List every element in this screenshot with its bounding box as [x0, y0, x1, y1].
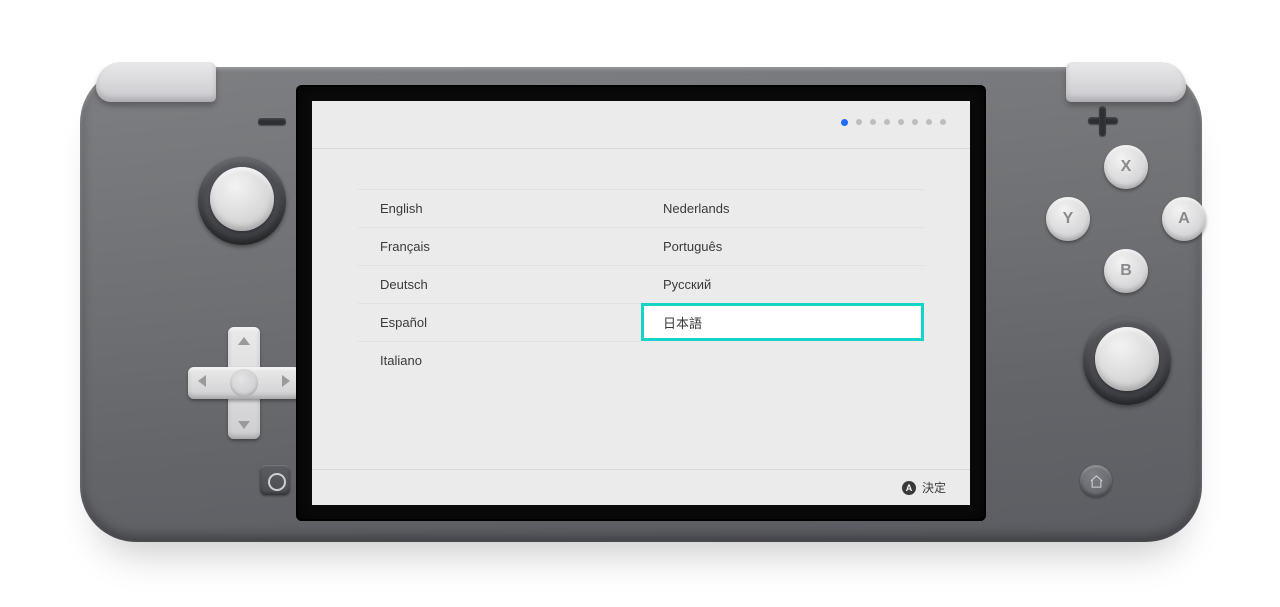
dpad[interactable]	[188, 327, 300, 439]
step-dot	[926, 119, 932, 125]
right-stick[interactable]	[1083, 317, 1171, 405]
language-option[interactable]: Français	[358, 227, 641, 265]
left-stick[interactable]	[198, 157, 286, 245]
language-option[interactable]: Deutsch	[358, 265, 641, 303]
dpad-down-icon	[238, 421, 250, 429]
step-dot	[841, 119, 848, 126]
language-picker: EnglishNederlandsFrançaisPortuguêsDeutsc…	[312, 149, 970, 469]
shoulder-r[interactable]	[1066, 62, 1186, 102]
a-button[interactable]: A	[1162, 197, 1206, 241]
language-option[interactable]: Nederlands	[641, 189, 924, 227]
switch-lite-console: X Y A B EnglishNederlandsFrançaisPortugu…	[80, 67, 1202, 542]
screen: EnglishNederlandsFrançaisPortuguêsDeutsc…	[312, 101, 970, 505]
language-option[interactable]: Português	[641, 227, 924, 265]
a-hint-icon: A	[902, 481, 916, 495]
y-button[interactable]: Y	[1046, 197, 1090, 241]
step-dot	[912, 119, 918, 125]
language-option[interactable]: Español	[358, 303, 641, 341]
step-dot	[940, 119, 946, 125]
home-button[interactable]	[1080, 465, 1112, 497]
confirm-hint-label: 決定	[922, 479, 946, 496]
dpad-up-icon	[238, 337, 250, 345]
minus-button[interactable]	[258, 118, 286, 125]
home-icon	[1089, 474, 1104, 489]
shoulder-l[interactable]	[96, 62, 216, 102]
step-dot	[898, 119, 904, 125]
dpad-right-icon	[282, 375, 290, 387]
step-indicator	[841, 119, 946, 126]
language-option[interactable]: Русский	[641, 265, 924, 303]
step-dot	[884, 119, 890, 125]
face-buttons: X Y A B	[1046, 145, 1206, 305]
setup-header	[312, 101, 970, 149]
step-dot	[856, 119, 862, 125]
language-option[interactable]: 日本語	[641, 303, 924, 341]
capture-button[interactable]	[260, 465, 290, 495]
language-option[interactable]: English	[358, 189, 641, 227]
plus-button[interactable]	[1099, 106, 1106, 136]
language-option[interactable]: Italiano	[358, 341, 641, 379]
b-button[interactable]: B	[1104, 249, 1148, 293]
screen-bezel: EnglishNederlandsFrançaisPortuguêsDeutsc…	[296, 85, 986, 521]
dpad-left-icon	[198, 375, 206, 387]
step-dot	[870, 119, 876, 125]
x-button[interactable]: X	[1104, 145, 1148, 189]
screen-footer: A 決定	[312, 469, 970, 505]
